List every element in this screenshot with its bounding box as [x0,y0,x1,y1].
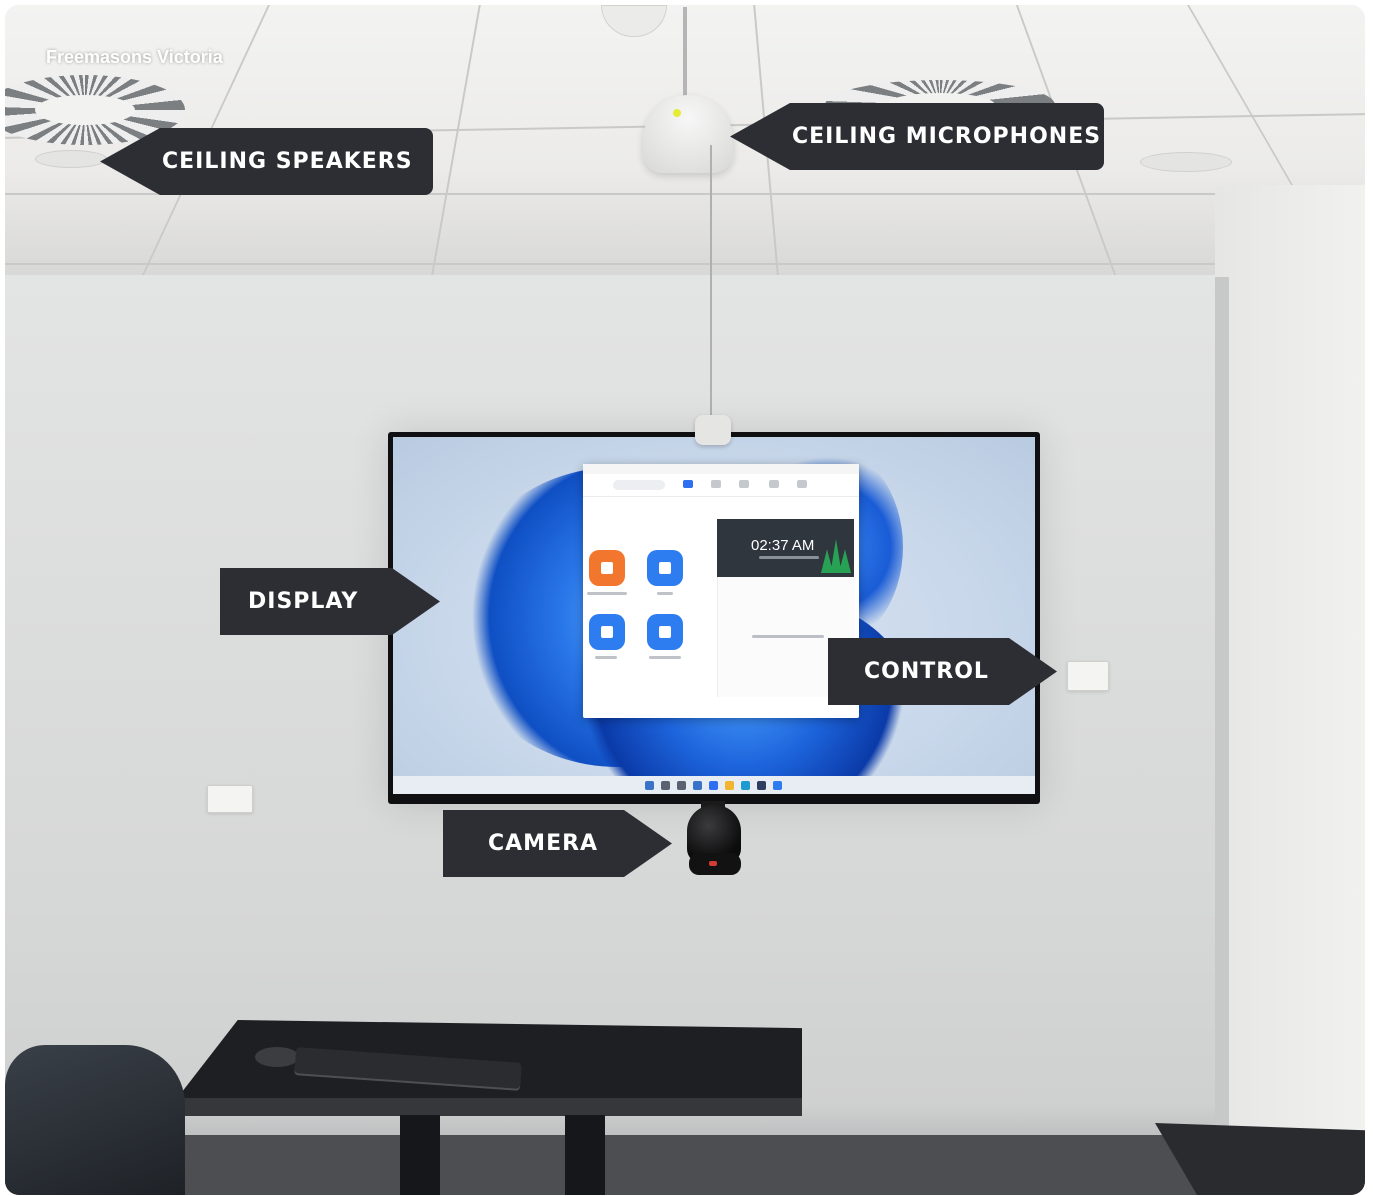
table-microphone [695,415,731,445]
mic-cable [683,7,687,97]
ceiling-speaker [35,150,107,168]
camera-text: CAMERA [488,831,599,856]
wall-power-outlet [207,785,253,813]
control-text: CONTROL [864,659,989,684]
display-text: DISPLAY [248,589,359,614]
control-panel [1067,661,1109,691]
display-screen: 02:37 AM [388,432,1040,804]
zoom-meetings-tab [739,480,749,488]
clock-card: 02:37 AM [717,519,854,577]
share-screen-icon [647,614,683,650]
office-chair [5,1045,185,1195]
zoom-contacts-tab [769,480,779,488]
mic-cable [710,145,712,425]
zoom-search-box [613,480,665,490]
screen-content: 02:37 AM [393,437,1035,794]
table-edge [168,1098,802,1116]
side-wall [1215,185,1365,1195]
ceiling-speakers-text: CEILING SPEAKERS [162,149,413,174]
ceiling-microphones-text: CEILING MICROPHONES [792,124,1102,149]
camera-label: CAMERA [443,810,672,877]
zoom-chat-tab [711,480,721,488]
ceiling-speakers-label: CEILING SPEAKERS [100,128,433,195]
zoom-home-tab [683,480,693,488]
ceiling-speaker [1140,152,1232,172]
zoom-window: 02:37 AM [583,464,859,718]
control-label: CONTROL [828,638,1057,705]
computer-mouse [255,1047,299,1067]
zoom-apps-tab [797,480,807,488]
floor [5,1135,1365,1195]
schedule-icon [589,614,625,650]
windows-taskbar [393,776,1035,794]
clock-time: 02:37 AM [751,537,815,554]
ceiling-microphones-label: CEILING MICROPHONES [730,103,1104,170]
plant-illustration [821,539,851,573]
wall-corner [1215,277,1229,1195]
join-icon [647,550,683,586]
camera-led [709,861,717,866]
watermark: Freemasons Victoria [46,47,223,67]
new-meeting-icon [589,550,625,586]
